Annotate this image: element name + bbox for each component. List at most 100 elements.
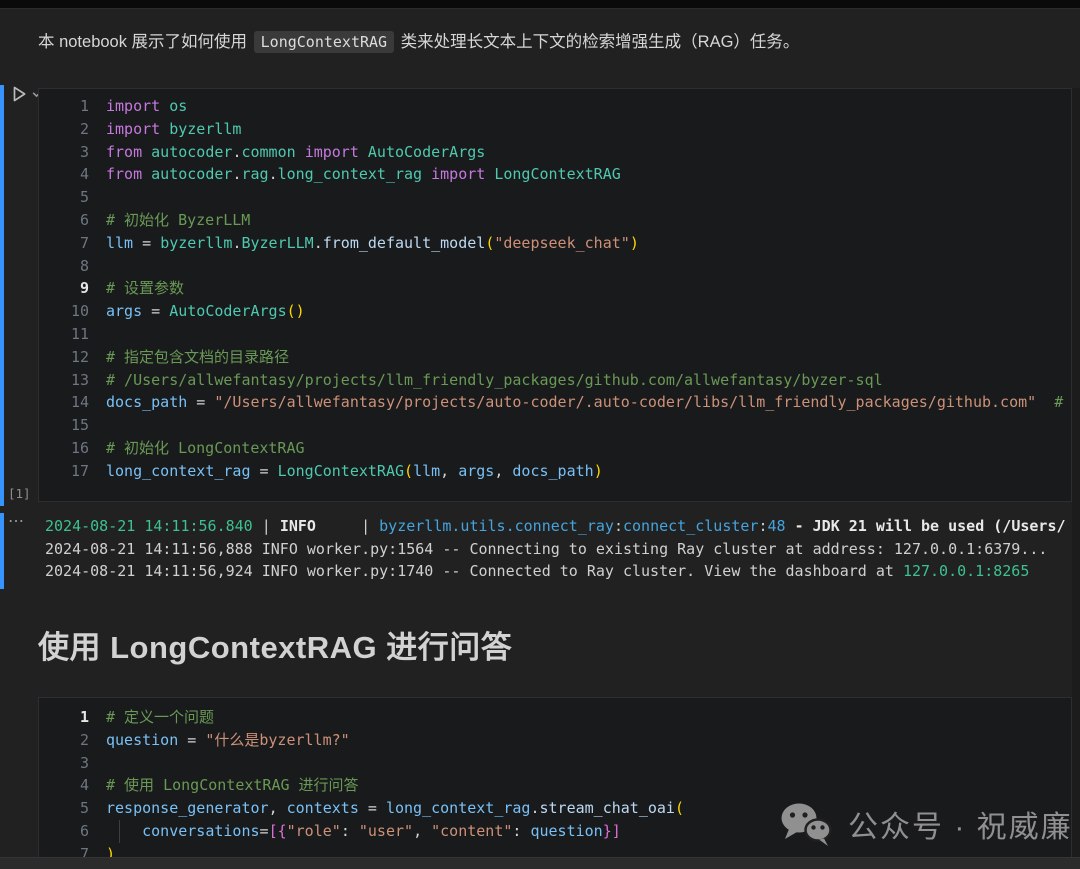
line-number: 12 (39, 346, 89, 369)
token: import (431, 165, 485, 183)
token: long_context_rag (106, 462, 251, 480)
token: ByzerLLM (241, 234, 313, 252)
execution-count: [1] (8, 486, 31, 501)
code-line: 1import os (39, 95, 1071, 118)
token: - JDK 21 will be used (/Users/ (786, 517, 1066, 535)
code-text: from autocoder.common import AutoCoderAr… (89, 141, 485, 164)
code-line: 6# 初始化 ByzerLLM (39, 209, 1071, 232)
token: "user" (359, 822, 413, 840)
token: byzerllm.utils.connect_ray (379, 517, 614, 535)
output-line: 2024-08-21 14:11:56,888 INFO worker.py:1… (45, 538, 1080, 561)
token: 127.0.0.1:8265 (903, 562, 1029, 580)
token: autocoder (151, 165, 232, 183)
editor-top-edge (0, 0, 1080, 9)
line-number: 2 (39, 729, 89, 752)
code-text: # 设置参数 (89, 277, 184, 300)
token: docs_path (512, 462, 593, 480)
code-line: 17long_context_rag = LongContextRAG(llm,… (39, 460, 1071, 483)
code-cell-imports[interactable]: 1import os2import byzerllm3from autocode… (38, 88, 1072, 502)
code-text (89, 323, 106, 346)
token: : (758, 517, 767, 535)
token: rag (241, 165, 268, 183)
token: | (316, 517, 379, 535)
code-text (89, 752, 106, 775)
token: . (530, 799, 539, 817)
token: LongContextRAG (494, 165, 620, 183)
token: = (260, 822, 269, 840)
inline-code-chip: LongContextRAG (254, 31, 394, 53)
token: # 使用 LongContextRAG 进行问答 (106, 776, 359, 794)
code-line: 4from autocoder.rag.long_context_rag imp… (39, 163, 1071, 186)
code-line: 10args = AutoCoderArgs() (39, 300, 1071, 323)
token: from_default_model (323, 234, 486, 252)
code-text: # /Users/allwefantasy/projects/llm_frien… (89, 369, 883, 392)
line-number: 15 (39, 414, 89, 437)
token: # 初始化 ByzerLLM (106, 211, 250, 229)
token: }] (603, 822, 621, 840)
code-text: response_generator, contexts = long_cont… (89, 797, 684, 820)
token (142, 143, 151, 161)
token: = (142, 302, 169, 320)
code-text: # 指定包含文档的目录路径 (89, 346, 289, 369)
token: args (106, 302, 142, 320)
output-line: 2024-08-21 14:11:56,924 INFO worker.py:1… (45, 560, 1080, 583)
code-text: # 初始化 LongContextRAG (89, 437, 305, 460)
token: 2024-08-21 14:11:56.840 (45, 517, 253, 535)
token: ) (630, 234, 639, 252)
token: , (440, 462, 458, 480)
code-text: docs_path = "/Users/allwefantasy/project… (89, 391, 1063, 414)
code-line: 7llm = byzerllm.ByzerLLM.from_default_mo… (39, 232, 1071, 255)
token: from (106, 143, 142, 161)
token: LongContextRAG (278, 462, 404, 480)
output-line: 2024-08-21 14:11:56.840 | INFO | byzerll… (45, 515, 1080, 538)
watermark-text: 公众号 · 祝威廉 (848, 802, 1073, 846)
token: = (251, 462, 278, 480)
token: docs_path (106, 393, 187, 411)
token: = (187, 393, 214, 411)
token: from (106, 165, 142, 183)
run-cell-button[interactable] (10, 85, 28, 103)
token: import (106, 120, 160, 138)
code-line: 14docs_path = "/Users/allwefantasy/proje… (39, 391, 1071, 414)
token: , (494, 462, 512, 480)
token (160, 120, 169, 138)
code-text: long_context_rag = LongContextRAG(llm, a… (89, 460, 603, 483)
code-text: conversations=[{"role": "user", "content… (89, 820, 621, 843)
code-line: 11 (39, 323, 1071, 346)
output-more-actions-icon[interactable]: ⋯ (8, 511, 25, 531)
token: 2024-08-21 14:11:56,924 INFO worker.py:1… (45, 562, 903, 580)
line-number: 4 (39, 163, 89, 186)
token: "role" (287, 822, 341, 840)
code-line: 13# /Users/allwefantasy/projects/llm_fri… (39, 369, 1071, 392)
code-text: # 初始化 ByzerLLM (89, 209, 250, 232)
token: # (1054, 393, 1063, 411)
code-line: 15 (39, 414, 1071, 437)
line-number: 16 (39, 437, 89, 460)
right-gutter-strip (1072, 88, 1080, 857)
code-line: 9# 设置参数 (39, 277, 1071, 300)
line-number: 9 (39, 277, 89, 300)
line-number: 5 (39, 797, 89, 820)
token (160, 97, 169, 115)
code-text (89, 255, 106, 278)
token: autocoder (151, 143, 232, 161)
code-line: 16# 初始化 LongContextRAG (39, 437, 1071, 460)
token: : (341, 822, 359, 840)
token: "/Users/allwefantasy/projects/auto-coder… (214, 393, 1036, 411)
token (1036, 393, 1054, 411)
token: = (178, 731, 205, 749)
bottom-scrollbar-area[interactable] (0, 857, 1080, 869)
token: AutoCoderArgs (169, 302, 286, 320)
token: : (512, 822, 530, 840)
output-focus-indicator (0, 513, 4, 589)
token (106, 822, 142, 840)
code-text: from autocoder.rag.long_context_rag impo… (89, 163, 621, 186)
code-line: 3 (39, 752, 1071, 775)
token: 48 (768, 517, 786, 535)
token: "deepseek_chat" (494, 234, 629, 252)
line-number: 2 (39, 118, 89, 141)
token: question (106, 731, 178, 749)
token: : (614, 517, 623, 535)
token: ) (594, 462, 603, 480)
code-line: 1# 定义一个问题 (39, 706, 1071, 729)
